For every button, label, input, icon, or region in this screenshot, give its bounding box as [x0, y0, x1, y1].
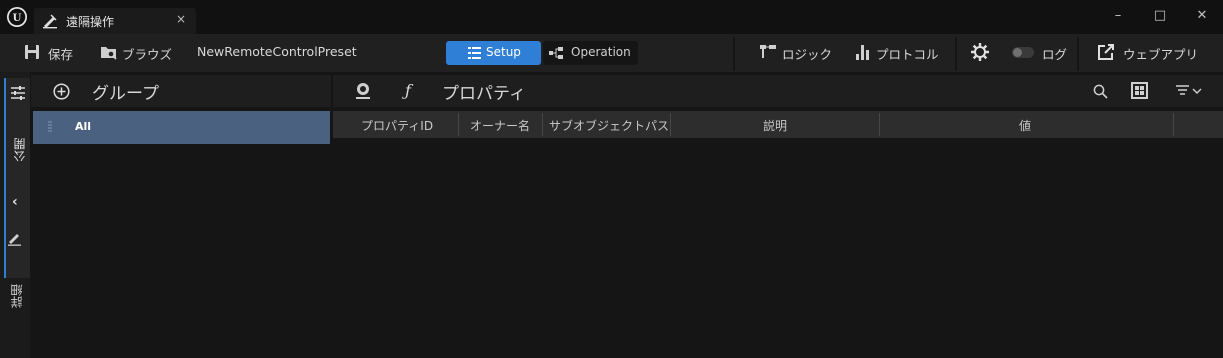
- preset-name: NewRemoteControlPreset: [197, 44, 357, 59]
- folder-search-icon: [100, 44, 118, 60]
- save-button[interactable]: 保存: [24, 43, 80, 63]
- toggle-switch: [1012, 47, 1034, 58]
- setup-mode-button[interactable]: Setup: [446, 41, 541, 65]
- web-app-label: ウェブアプリ: [1123, 47, 1199, 62]
- layout-grid-icon[interactable]: [1131, 82, 1148, 99]
- group-panel-title: グループ: [92, 84, 159, 104]
- tab-close-icon[interactable]: ×: [176, 12, 186, 26]
- title-bar: U 遠隔操作 × – □ ✕: [0, 0, 1223, 34]
- edit-pencil-icon[interactable]: [8, 232, 22, 246]
- column-description[interactable]: 説明: [763, 117, 787, 134]
- column-owner-name[interactable]: オーナー名: [470, 117, 530, 134]
- column-divider[interactable]: [542, 113, 543, 136]
- logic-icon: [760, 45, 776, 59]
- list-icon: [468, 47, 481, 59]
- sliders-icon: [11, 86, 25, 100]
- browse-label: ブラウズ: [122, 47, 173, 62]
- column-divider[interactable]: [1173, 113, 1174, 136]
- operation-mode-button[interactable]: Operation: [543, 41, 638, 65]
- drag-handle-icon[interactable]: [48, 121, 52, 133]
- node-graph-icon: [549, 47, 563, 59]
- group-item-all[interactable]: All: [33, 111, 330, 144]
- toolbar: 保存 ブラウズ NewRemoteControlPreset Setup Ope…: [0, 34, 1223, 72]
- gear-icon: [970, 42, 992, 62]
- close-window-button[interactable]: ✕: [1189, 6, 1215, 26]
- browse-button[interactable]: ブラウズ: [100, 43, 175, 63]
- group-item-label: All: [75, 120, 92, 133]
- remote-control-icon: [42, 13, 58, 29]
- expose-function-icon[interactable]: ƒ: [405, 81, 411, 100]
- bar-chart-icon: [856, 45, 870, 60]
- expose-tab-label: 公開: [13, 138, 27, 162]
- column-divider[interactable]: [458, 113, 459, 136]
- logic-label: ロジック: [782, 47, 833, 62]
- operation-label: Operation: [571, 45, 631, 59]
- column-subobject-path[interactable]: サブオブジェクトパス: [549, 117, 669, 134]
- maximize-button[interactable]: □: [1147, 6, 1173, 26]
- column-divider[interactable]: [670, 113, 671, 136]
- settings-button[interactable]: [970, 42, 992, 64]
- save-label: 保存: [48, 47, 74, 62]
- column-property-id[interactable]: プロパティID: [361, 117, 433, 134]
- expose-actor-icon[interactable]: [353, 81, 373, 101]
- filter-dropdown-icon[interactable]: [1175, 85, 1203, 97]
- minimize-button[interactable]: –: [1105, 6, 1131, 26]
- property-table-header: プロパティID オーナー名 サブオブジェクトパス 説明 値: [333, 111, 1223, 138]
- property-panel-header: ƒ プロパティ: [333, 75, 1223, 107]
- web-app-button[interactable]: ウェブアプリ: [1097, 42, 1202, 64]
- log-toggle[interactable]: ログ: [1012, 43, 1072, 63]
- protocol-button[interactable]: プロトコル: [856, 43, 941, 63]
- document-tab[interactable]: 遠隔操作 ×: [34, 8, 196, 34]
- toolbar-divider: [733, 37, 735, 71]
- tab-title: 遠隔操作: [66, 15, 115, 29]
- toolbar-divider: [955, 37, 957, 71]
- external-link-icon: [1097, 43, 1115, 61]
- unreal-logo-icon: U: [6, 6, 28, 28]
- column-value[interactable]: 値: [1019, 117, 1031, 134]
- log-label: ログ: [1042, 47, 1068, 62]
- save-icon: [24, 44, 40, 60]
- collapse-chevron-icon[interactable]: ‹: [12, 194, 18, 210]
- add-group-icon[interactable]: [53, 83, 70, 100]
- group-panel-header: グループ: [31, 75, 331, 107]
- search-icon[interactable]: [1093, 84, 1108, 99]
- column-divider[interactable]: [879, 113, 880, 136]
- side-rail: 公開 ‹ 詳細: [0, 72, 30, 358]
- details-tab-label[interactable]: 詳細: [8, 284, 25, 308]
- property-list-area: [333, 138, 1223, 358]
- protocol-label: プロトコル: [876, 47, 939, 62]
- property-panel-title: プロパティ: [442, 84, 526, 104]
- expose-tab[interactable]: 公開 ‹: [4, 78, 30, 278]
- setup-label: Setup: [486, 45, 521, 59]
- toolbar-divider: [1077, 37, 1079, 71]
- logic-button[interactable]: ロジック: [760, 43, 835, 63]
- svg-text:U: U: [13, 13, 22, 24]
